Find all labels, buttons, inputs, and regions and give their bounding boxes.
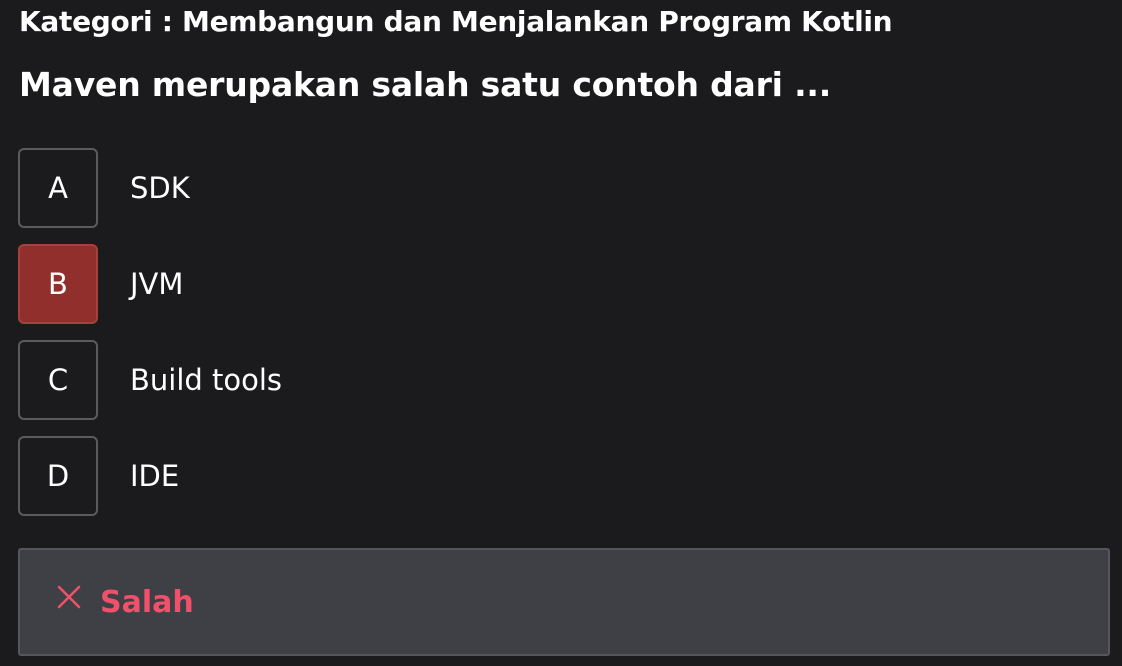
- option-d[interactable]: D IDE: [18, 436, 282, 516]
- option-b[interactable]: B JVM: [18, 244, 282, 324]
- feedback-panel: Salah: [18, 548, 1110, 656]
- option-a[interactable]: A SDK: [18, 148, 282, 228]
- option-letter-c[interactable]: C: [18, 340, 98, 420]
- feedback-result-text: Salah: [100, 584, 194, 620]
- answer-options: A SDK B JVM C Build tools D IDE: [18, 148, 282, 532]
- category-label: Kategori : Membangun dan Menjalankan Pro…: [19, 5, 893, 38]
- option-text-d: IDE: [130, 459, 180, 493]
- option-text-c: Build tools: [130, 363, 283, 397]
- option-letter-a[interactable]: A: [18, 148, 98, 228]
- question-text: Maven merupakan salah satu contoh dari .…: [19, 65, 832, 104]
- option-letter-b[interactable]: B: [18, 244, 98, 324]
- close-icon: [56, 584, 82, 610]
- option-text-a: SDK: [130, 171, 190, 205]
- option-text-b: JVM: [130, 267, 184, 301]
- option-c[interactable]: C Build tools: [18, 340, 282, 420]
- option-letter-d[interactable]: D: [18, 436, 98, 516]
- quiz-page: Kategori : Membangun dan Menjalankan Pro…: [0, 0, 1122, 666]
